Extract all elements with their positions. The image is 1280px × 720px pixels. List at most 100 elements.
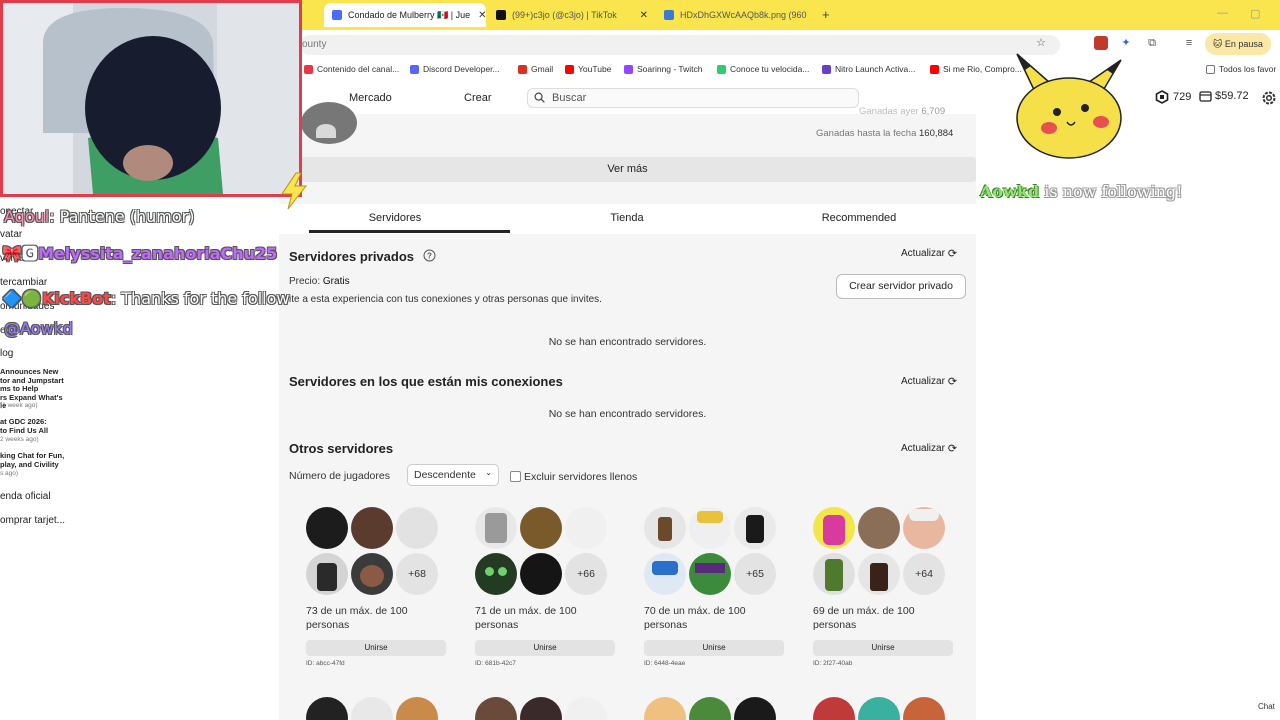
blog-post-age: (1 week ago) xyxy=(0,402,38,409)
bookmark-folder[interactable]: Todos los favor xyxy=(1206,64,1276,74)
join-server-button[interactable]: Unirse xyxy=(644,640,784,656)
minimize-button[interactable]: — xyxy=(1217,7,1228,19)
stat-label: Ganadas hasta la fecha xyxy=(816,128,917,139)
chat-toggle[interactable]: Chat xyxy=(1258,702,1275,711)
exclude-full-checkbox[interactable] xyxy=(510,471,521,482)
nav-create[interactable]: Crear xyxy=(464,92,492,104)
player-avatar[interactable] xyxy=(734,507,776,549)
bookmark[interactable]: Conoce tu velocida... xyxy=(717,64,809,74)
bookmark[interactable]: Gmail xyxy=(518,64,553,74)
player-avatar[interactable] xyxy=(351,553,393,595)
close-icon[interactable]: ✕ xyxy=(632,10,648,21)
create-private-server-button[interactable]: Crear servidor privado xyxy=(836,274,966,299)
bookmark[interactable]: YouTube xyxy=(565,64,611,74)
sidebar-item-trade[interactable]: tercambiar xyxy=(0,277,47,288)
player-avatar[interactable] xyxy=(858,553,900,595)
sidebar-item-blog[interactable]: log xyxy=(0,348,13,359)
refresh-icon: ⟳ xyxy=(947,248,958,260)
player-avatar[interactable] xyxy=(813,697,855,720)
new-tab-button[interactable]: + xyxy=(822,7,830,22)
help-icon[interactable]: ? xyxy=(423,249,436,262)
tab-condado-mulberry[interactable]: Condado de Mulberry 🇲🇽 | Jue ✕ xyxy=(324,3,486,27)
search-input[interactable]: Buscar xyxy=(527,88,859,108)
player-avatar[interactable] xyxy=(475,553,517,595)
join-server-button[interactable]: Unirse xyxy=(475,640,615,656)
refresh-private-button[interactable]: Actualizar ⟳ xyxy=(901,247,957,260)
see-more-button[interactable]: Ver más xyxy=(279,157,976,182)
player-avatar[interactable] xyxy=(475,697,517,720)
player-avatar[interactable] xyxy=(903,507,945,549)
bookmark-label: Contenido del canal... xyxy=(317,64,400,74)
player-avatar[interactable] xyxy=(565,507,607,549)
sidebar-item-official-store[interactable]: enda oficial xyxy=(0,491,51,502)
tab-title: Condado de Mulberry 🇲🇽 | Jue xyxy=(348,9,471,20)
nitro-icon xyxy=(822,64,831,74)
paused-profile-button[interactable]: 🐱 En pausa xyxy=(1205,33,1271,55)
bookmark[interactable]: Discord Developer... xyxy=(410,64,500,74)
sort-order-select[interactable]: Descendente ⌄ xyxy=(407,464,499,486)
blog-post-title[interactable]: at GDC 2026: to Find Us All xyxy=(0,417,48,435)
tab-store[interactable]: Tienda xyxy=(511,212,743,224)
player-avatar[interactable] xyxy=(813,553,855,595)
player-avatar[interactable] xyxy=(396,507,438,549)
puzzle-icon[interactable]: ⧉ xyxy=(1145,36,1159,50)
tab-image[interactable]: HDxDhGXWcAAQb8k.png (960 ✕ xyxy=(656,3,816,27)
sidebar-item-avatar[interactable]: vatar xyxy=(0,229,22,240)
bookmark-label: Conoce tu velocida... xyxy=(730,64,810,74)
refresh-others-button[interactable]: Actualizar ⟳ xyxy=(901,442,957,455)
player-avatar[interactable] xyxy=(351,507,393,549)
tab-title: HDxDhGXWcAAQb8k.png (960 xyxy=(680,10,807,20)
vpn-icon[interactable]: ✦ xyxy=(1119,36,1133,50)
refresh-label: Actualizar xyxy=(901,443,945,454)
bookmark-label: Gmail xyxy=(531,64,554,74)
player-avatar[interactable] xyxy=(520,697,562,720)
player-avatar[interactable] xyxy=(858,697,900,720)
player-avatar[interactable] xyxy=(689,697,731,720)
extension-icon[interactable] xyxy=(1094,36,1108,50)
sidebar-item-buy-gift-card[interactable]: omprar tarjet... xyxy=(0,515,65,526)
bookmark[interactable]: Nitro Launch Activa... xyxy=(822,64,915,74)
blog-post-title[interactable]: king Chat for Fun, play, and Civility xyxy=(0,451,64,469)
close-icon[interactable]: ✕ xyxy=(470,10,486,21)
player-avatar[interactable] xyxy=(306,507,348,549)
refresh-friends-button[interactable]: Actualizar ⟳ xyxy=(901,375,957,388)
player-avatar[interactable] xyxy=(689,507,731,549)
player-avatar[interactable] xyxy=(689,553,731,595)
maximize-button[interactable]: ▢ xyxy=(1250,7,1260,20)
search-placeholder: Buscar xyxy=(552,92,587,104)
player-avatar[interactable] xyxy=(475,507,517,549)
more-players-count: +65 xyxy=(734,553,776,595)
player-avatar[interactable] xyxy=(644,553,686,595)
server-id: ID: 6448-4eae xyxy=(644,660,686,667)
player-avatar[interactable] xyxy=(306,553,348,595)
creator-avatar xyxy=(301,102,357,144)
player-avatar[interactable] xyxy=(903,697,945,720)
player-avatar[interactable] xyxy=(565,697,607,720)
player-avatar[interactable] xyxy=(858,507,900,549)
player-avatar[interactable] xyxy=(813,507,855,549)
robux-balance[interactable]: 729 xyxy=(1155,90,1191,104)
close-icon[interactable]: ✕ xyxy=(807,10,816,21)
nav-market[interactable]: Mercado xyxy=(349,92,392,104)
menu-icon[interactable]: ≡ xyxy=(1182,36,1196,50)
player-avatar[interactable] xyxy=(520,553,562,595)
player-avatar[interactable] xyxy=(734,697,776,720)
cash-balance[interactable]: $59.72 xyxy=(1199,90,1249,102)
tab-tiktok[interactable]: (99+)c3jo (@c3jo) | TikTok ✕ xyxy=(488,3,656,27)
bookmark[interactable]: Soarinng - Twitch xyxy=(624,64,703,74)
player-avatar[interactable] xyxy=(644,507,686,549)
gear-icon[interactable] xyxy=(1260,89,1278,107)
player-avatar[interactable] xyxy=(644,697,686,720)
server-occupancy: 70 de un máx. de 100 personas xyxy=(644,605,746,631)
player-avatar[interactable] xyxy=(306,697,348,720)
tab-servers[interactable]: Servidores xyxy=(279,212,511,224)
join-server-button[interactable]: Unirse xyxy=(306,640,446,656)
player-avatar[interactable] xyxy=(396,697,438,720)
star-icon[interactable]: ☆ xyxy=(1034,36,1048,50)
player-avatar[interactable] xyxy=(351,697,393,720)
player-avatar[interactable] xyxy=(520,507,562,549)
tab-recommended[interactable]: Recommended xyxy=(743,212,975,224)
join-server-button[interactable]: Unirse xyxy=(813,640,953,656)
url-bar[interactable]: ounty xyxy=(300,35,1060,55)
bookmark[interactable]: Contenido del canal... xyxy=(304,64,399,74)
